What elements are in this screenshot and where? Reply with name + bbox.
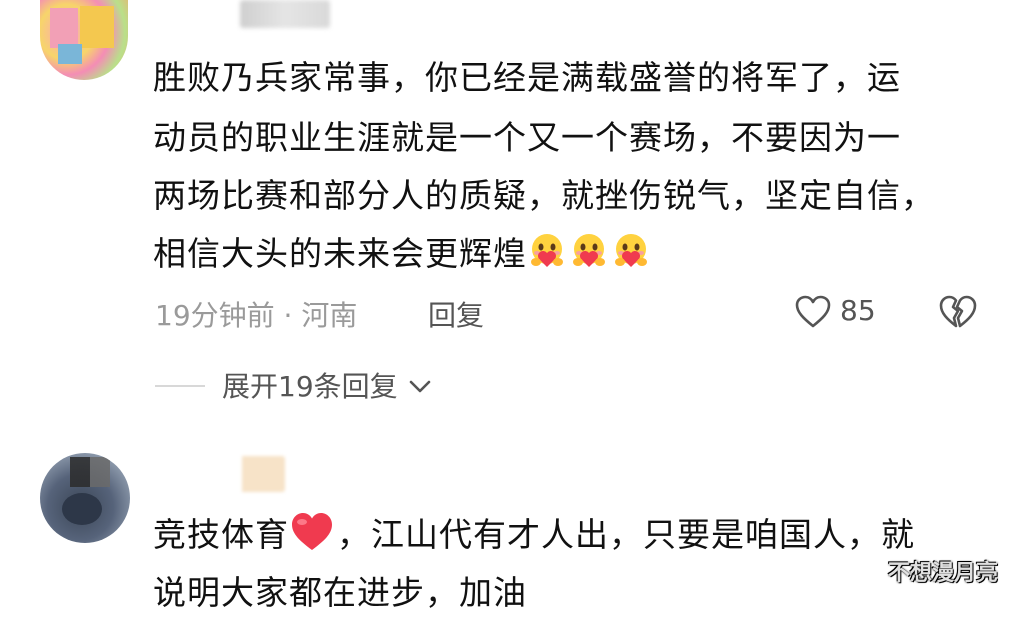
comment-text-line: 竞技体育 ，江山代有才人出，只要是咱国人，就 bbox=[153, 505, 915, 565]
comment-text-line: 两场比赛和部分人的质疑，就挫伤锐气，坚定自信， bbox=[153, 176, 935, 215]
broken-heart-icon bbox=[939, 295, 977, 328]
chevron-down-icon bbox=[409, 380, 430, 393]
expand-divider bbox=[155, 385, 205, 387]
reply-button[interactable]: 回复 bbox=[428, 294, 484, 334]
username-blurred[interactable] bbox=[240, 0, 330, 28]
red-heart-emoji bbox=[289, 510, 335, 552]
comment-text-line: 相信大头的未来会更辉煌 bbox=[153, 234, 527, 273]
comment-text-segment: ，江山代有才人出，只要是咱国人，就 bbox=[337, 515, 915, 554]
expand-replies-label: 展开19条回复 bbox=[222, 370, 398, 403]
comment-text-last-line: 相信大头的未来会更辉煌 bbox=[153, 224, 653, 284]
comment-text-line: 胜败乃兵家常事，你已经是满载盛誉的将军了，运 bbox=[153, 58, 901, 97]
watermark: 不想漫月亮 bbox=[887, 561, 998, 586]
avatar[interactable] bbox=[40, 453, 130, 543]
hug-heart-emoji bbox=[611, 230, 651, 270]
comment-time-location: 19分钟前 · 河南 bbox=[155, 299, 358, 332]
dislike-button[interactable] bbox=[937, 292, 979, 332]
expand-replies-button[interactable]: 展开19条回复 bbox=[222, 365, 433, 405]
comment-text-line: 动员的职业生涯就是一个又一个赛场，不要因为一 bbox=[153, 118, 901, 157]
like-count: 85 bbox=[840, 294, 876, 327]
comment-text-segment: 竞技体育 bbox=[153, 515, 289, 554]
heart-outline-icon bbox=[795, 295, 831, 328]
comment-text-line: 说明大家都在进步，加油 bbox=[153, 573, 527, 612]
like-button[interactable] bbox=[793, 292, 833, 332]
username-blurred[interactable] bbox=[190, 456, 285, 492]
hug-heart-emoji bbox=[569, 230, 609, 270]
avatar[interactable] bbox=[40, 0, 128, 80]
hug-heart-emoji bbox=[527, 230, 567, 270]
